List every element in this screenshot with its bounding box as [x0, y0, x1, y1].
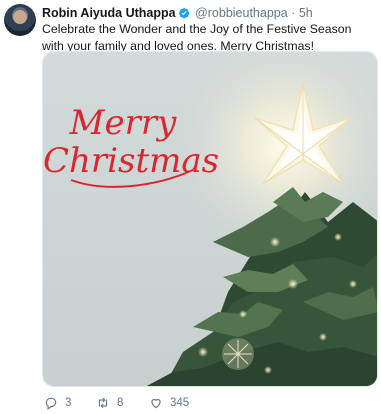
christmas-tree-image: Merry Christmas: [43, 52, 377, 386]
like-count: 345: [170, 397, 190, 409]
tweet-header: Robin Aiyuda Uthappa @robbieuthappa · 5h: [42, 6, 375, 21]
ornament: [222, 338, 254, 370]
retweet-icon: [98, 397, 108, 409]
reply-icon: [45, 397, 57, 410]
christmas-text: Christmas: [43, 141, 219, 181]
tweet-actions: 3 8 345: [42, 394, 372, 412]
avatar[interactable]: [4, 4, 36, 36]
author-handle[interactable]: @robbieuthappa: [195, 6, 288, 20]
merry-text: Merry: [69, 103, 177, 143]
tweet-text: Celebrate the Wonder and the Joy of the …: [42, 22, 352, 53]
reply-count: 3: [65, 397, 72, 409]
heart-icon: [151, 398, 161, 409]
author-name[interactable]: Robin Aiyuda Uthappa: [42, 6, 176, 20]
tweet-timestamp[interactable]: 5h: [299, 6, 313, 20]
verified-badge-icon: [178, 8, 189, 19]
retweet-button[interactable]: 8: [96, 394, 123, 412]
separator-dot: ·: [291, 6, 296, 20]
tweet-media-image[interactable]: Merry Christmas: [42, 51, 378, 387]
retweet-count: 8: [117, 397, 124, 409]
reply-button[interactable]: 3: [44, 394, 71, 412]
like-button[interactable]: 345: [149, 394, 189, 412]
